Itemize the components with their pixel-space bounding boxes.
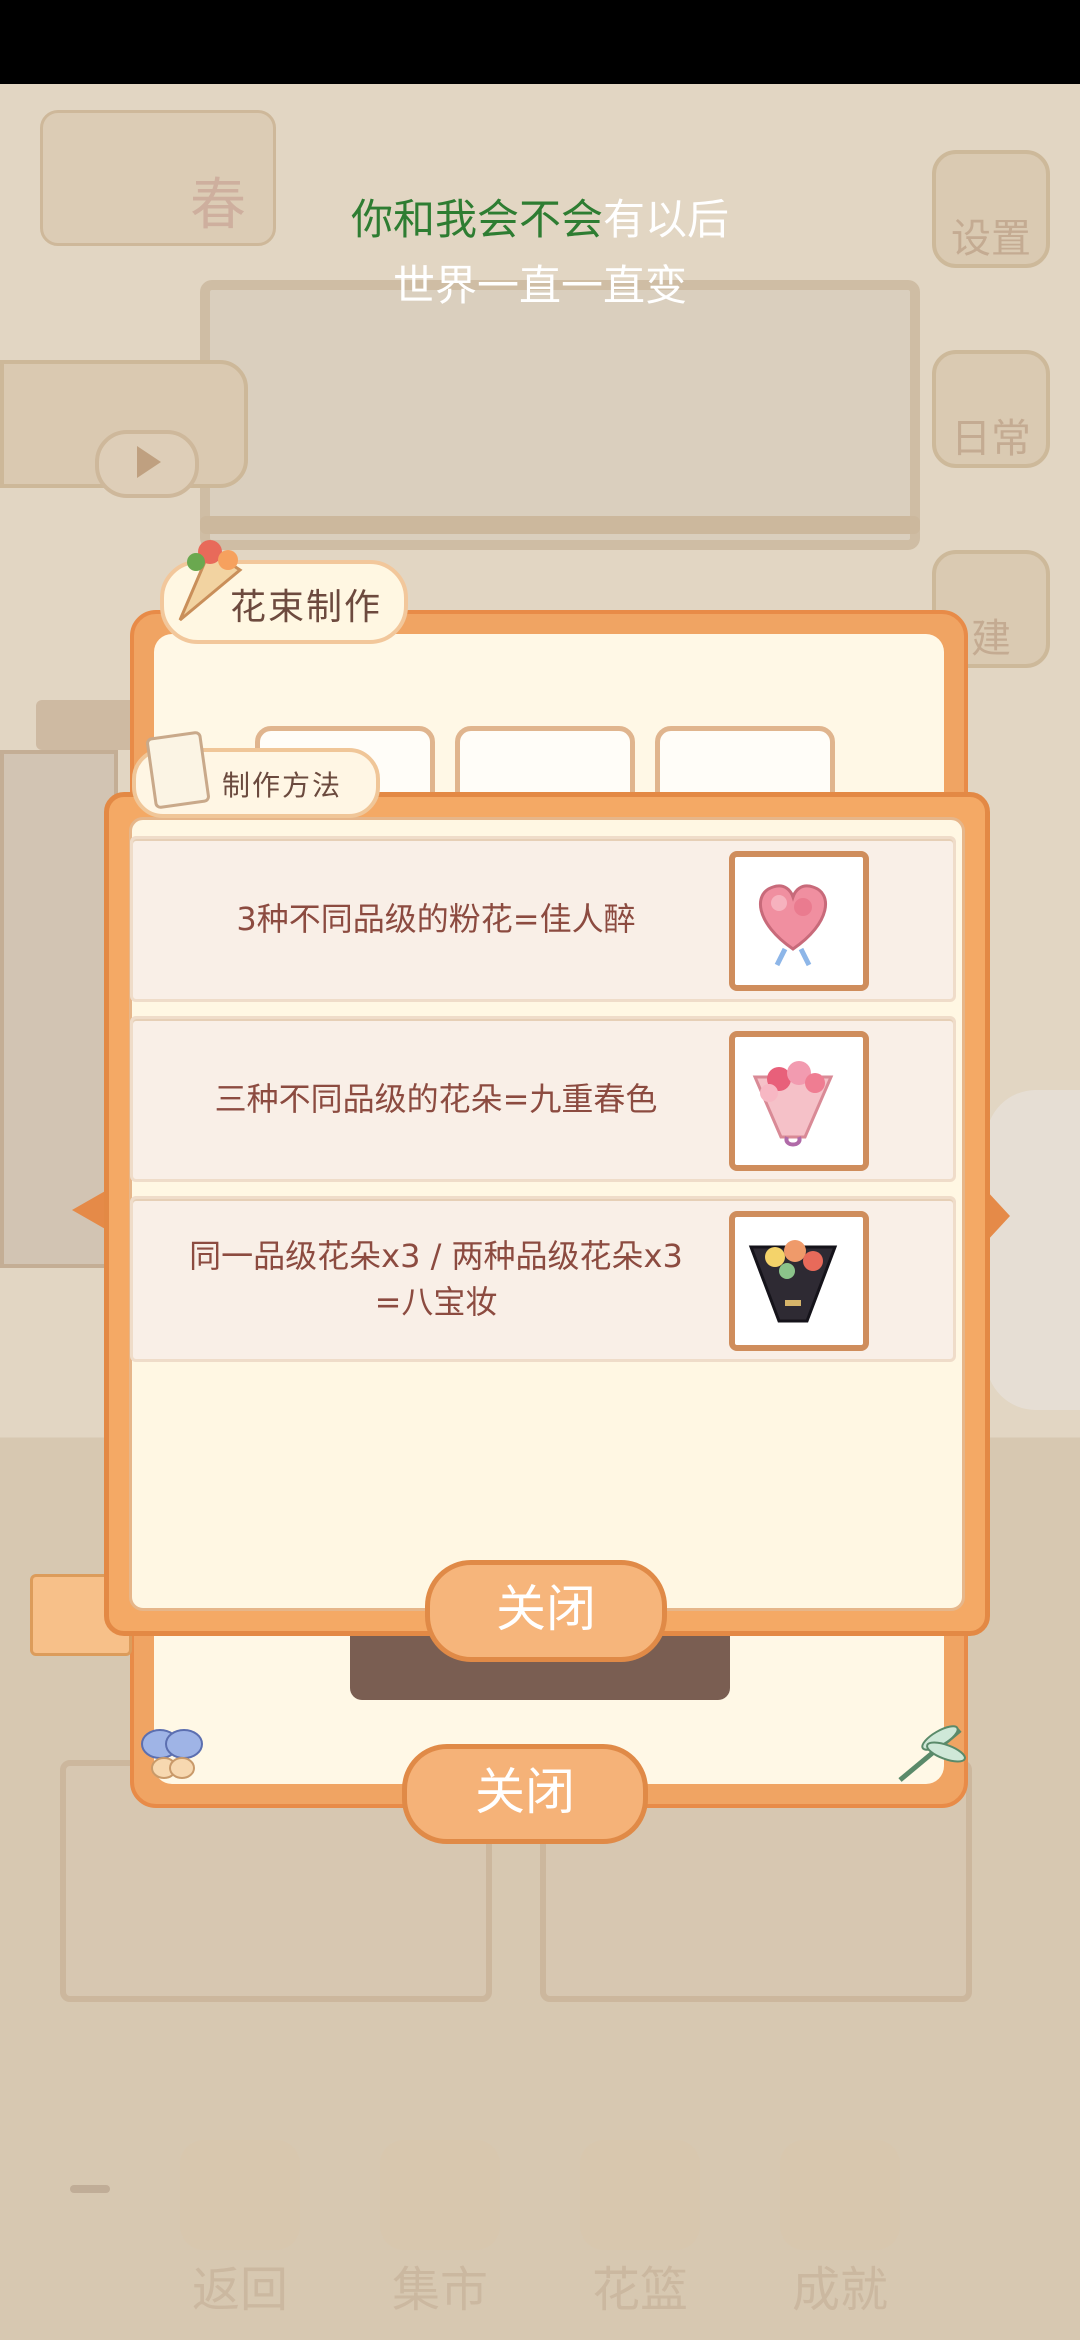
recipe-text: 同一品级花朵x3 / 两种品级花朵x3 =八宝妆 bbox=[189, 1237, 683, 1321]
recipe-methods-title-text: 制作方法 bbox=[222, 769, 343, 802]
recipe-row: 3种不同品级的粉花=佳人醉 bbox=[130, 836, 956, 1002]
bouquet-icon bbox=[178, 540, 243, 622]
recipe-row: 同一品级花朵x3 / 两种品级花朵x3 =八宝妆 bbox=[130, 1196, 956, 1362]
lyric-line-2: 世界一直一直变 bbox=[392, 261, 687, 310]
recipe-close-button[interactable]: 关闭 bbox=[425, 1560, 667, 1662]
recipe-text: 三种不同品级的花朵=九重春色 bbox=[214, 1080, 658, 1118]
bouquet-dialog-title-text: 花束制作 bbox=[230, 587, 383, 628]
status-bar bbox=[0, 0, 1080, 84]
pink-heart-bouquet-icon bbox=[729, 851, 869, 991]
pink-round-bouquet-icon bbox=[729, 1031, 869, 1171]
recipe-text: 3种不同品级的粉花=佳人醉 bbox=[236, 900, 636, 938]
lyric-line-1-rest: 有以后 bbox=[603, 195, 730, 244]
bouquet-close-label: 关闭 bbox=[475, 1763, 575, 1821]
dragonfly-icon bbox=[898, 1725, 966, 1782]
recipe-note-icon bbox=[145, 730, 211, 810]
recipe-row: 三种不同品级的花朵=九重春色 bbox=[130, 1016, 956, 1182]
butterfly-icon bbox=[141, 1729, 203, 1779]
lyric-line-1-highlight: 你和我会不会 bbox=[350, 195, 603, 244]
bouquet-close-button[interactable]: 关闭 bbox=[402, 1744, 648, 1844]
lyric-line-1: 你和我会不会有以后 bbox=[0, 186, 1080, 247]
recipe-close-label: 关闭 bbox=[496, 1580, 596, 1638]
dark-wrapped-bouquet-icon bbox=[729, 1211, 869, 1351]
